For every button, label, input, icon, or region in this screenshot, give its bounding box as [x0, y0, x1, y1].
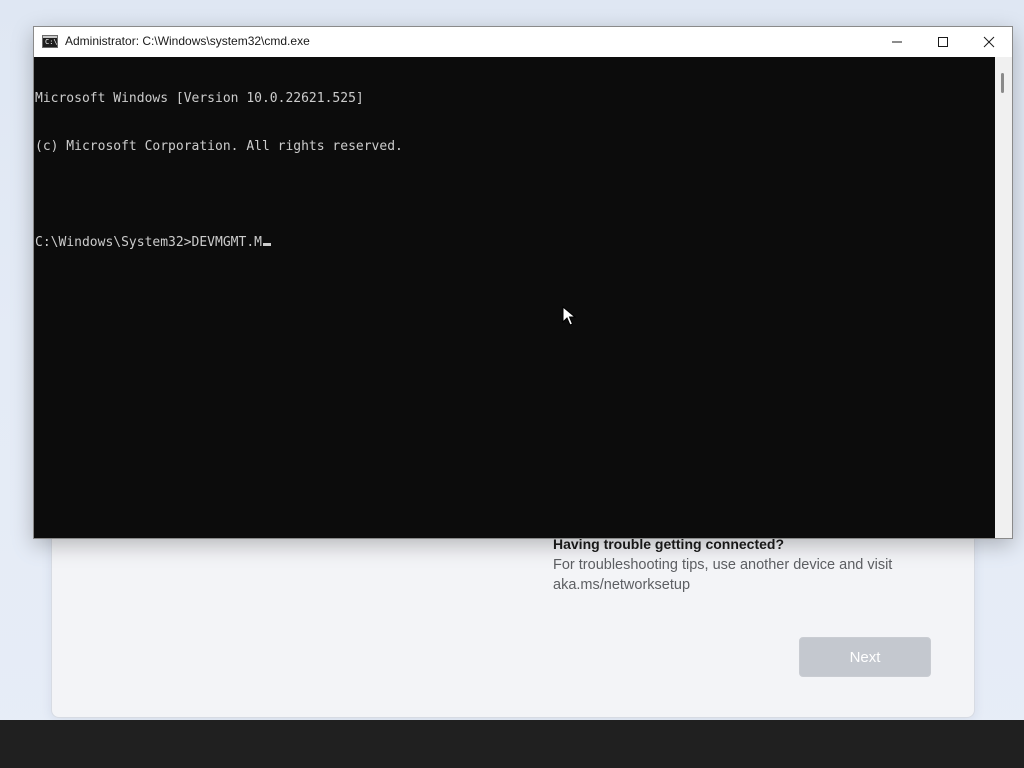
scrollbar[interactable] [995, 57, 1012, 538]
window-title: Administrator: C:\Windows\system32\cmd.e… [65, 34, 310, 48]
text-cursor [262, 243, 271, 246]
scrollbar-thumb[interactable] [1001, 73, 1004, 93]
mouse-pointer-icon [562, 306, 576, 326]
cmd-titlebar[interactable]: C:\ Administrator: C:\Windows\system32\c… [34, 27, 1012, 57]
help-body: For troubleshooting tips, use another de… [553, 557, 893, 593]
maximize-icon [938, 37, 948, 47]
console-line: (c) Microsoft Corporation. All rights re… [35, 139, 403, 154]
minimize-icon [892, 41, 902, 43]
console-output[interactable]: Microsoft Windows [Version 10.0.22621.52… [34, 57, 995, 538]
close-button[interactable] [966, 27, 1012, 57]
next-button[interactable]: Next [799, 637, 931, 677]
taskbar [0, 720, 1024, 768]
cmd-app-icon-label: C:\ [45, 38, 58, 46]
console-line: Microsoft Windows [Version 10.0.22621.52… [35, 91, 364, 106]
minimize-button[interactable] [874, 27, 920, 57]
console-prompt: C:\Windows\System32>DEVMGMT.M [35, 235, 262, 250]
cmd-app-icon[interactable]: C:\ [42, 35, 58, 48]
console-prompt-line[interactable]: C:\Windows\System32>DEVMGMT.M [35, 235, 995, 251]
cmd-window[interactable]: C:\ Administrator: C:\Windows\system32\c… [33, 26, 1013, 539]
maximize-button[interactable] [920, 27, 966, 57]
close-icon [983, 36, 995, 48]
